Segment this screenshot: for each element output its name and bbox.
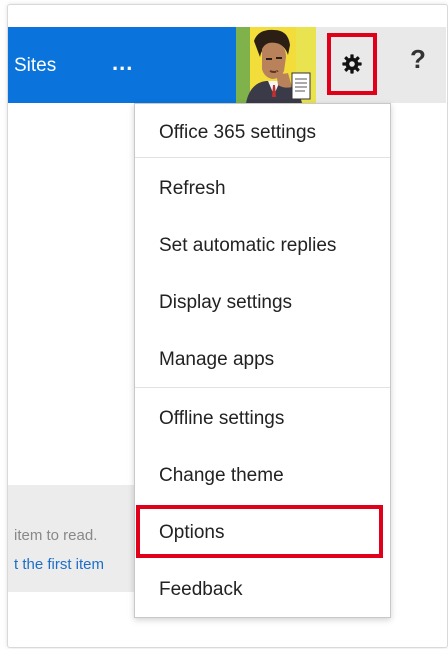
menu-item-offline-settings[interactable]: Offline settings xyxy=(135,390,390,447)
menu-item-office-365-settings[interactable]: Office 365 settings xyxy=(135,104,390,161)
menu-item-refresh[interactable]: Refresh xyxy=(135,160,390,217)
menu-item-manage-apps[interactable]: Manage apps xyxy=(135,331,390,388)
menu-item-change-theme[interactable]: Change theme xyxy=(135,447,390,504)
avatar-image xyxy=(236,27,316,103)
select-first-item-link[interactable]: t the first item xyxy=(14,556,104,573)
help-icon[interactable]: ? xyxy=(410,44,426,75)
more-nav-button[interactable]: ... xyxy=(112,50,133,76)
settings-button[interactable] xyxy=(327,33,377,95)
menu-item-feedback[interactable]: Feedback xyxy=(135,561,390,618)
reading-pane-hint: item to read. xyxy=(14,527,98,544)
menu-item-options[interactable]: Options xyxy=(135,504,390,561)
menu-separator xyxy=(135,157,390,158)
sites-nav-link[interactable]: Sites xyxy=(14,55,56,77)
avatar[interactable] xyxy=(236,27,316,103)
settings-menu: Office 365 settings Refresh Set automati… xyxy=(134,103,391,618)
menu-item-display-settings[interactable]: Display settings xyxy=(135,274,390,331)
menu-separator xyxy=(135,387,390,388)
gear-icon xyxy=(342,54,362,74)
menu-item-set-automatic-replies[interactable]: Set automatic replies xyxy=(135,217,390,274)
